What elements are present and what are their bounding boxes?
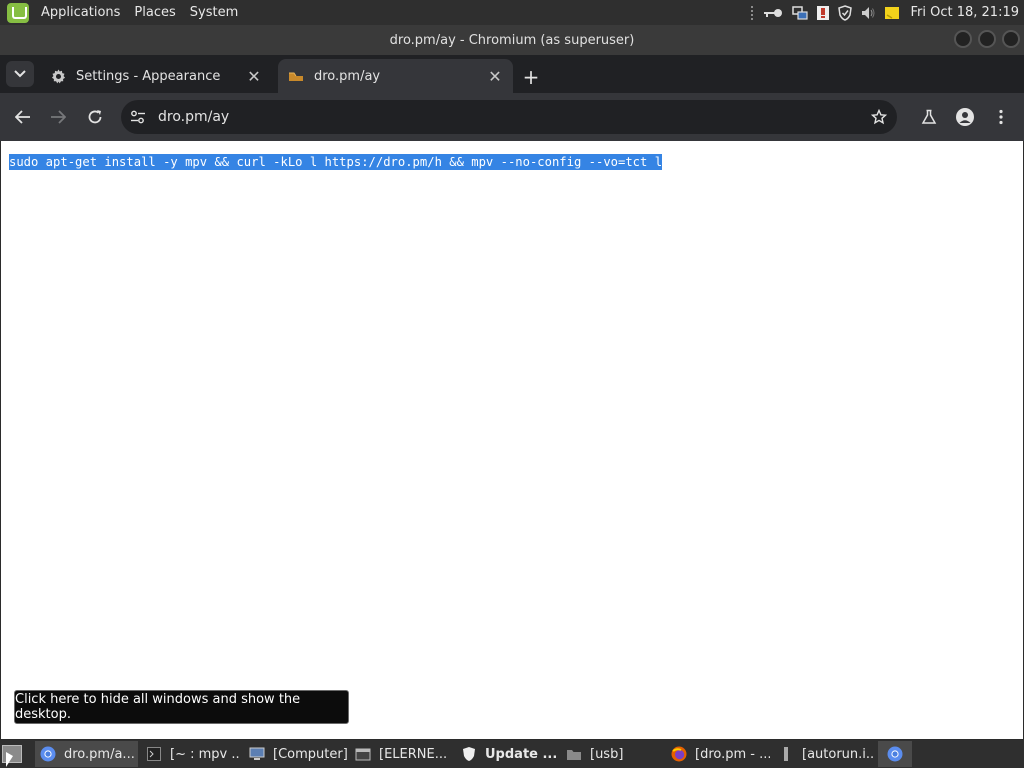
close-tab-button[interactable]: ✕ <box>246 67 262 86</box>
tab-title: dro.pm/ay <box>314 68 381 84</box>
places-menu[interactable]: Places <box>127 5 182 20</box>
reload-button[interactable] <box>82 104 108 130</box>
close-tab-button[interactable]: ✕ <box>487 67 503 86</box>
drag-handle-icon <box>750 0 754 25</box>
taskbar-item-label: [~ : mpv ... <box>170 746 241 762</box>
close-window-button[interactable] <box>1002 30 1020 48</box>
taskbar-item-label: [autorun.i... <box>802 746 875 762</box>
maximize-button[interactable] <box>978 30 996 48</box>
reload-icon <box>88 110 102 124</box>
arrow-left-icon <box>15 110 30 124</box>
network-icon[interactable] <box>792 0 809 25</box>
arrow-right-icon <box>51 110 66 124</box>
taskbar-item-autorun[interactable]: [autorun.i... <box>773 741 875 767</box>
back-button[interactable] <box>10 104 36 130</box>
taskbar-item-label: dro.pm/a... <box>64 746 135 762</box>
forward-button[interactable] <box>45 104 71 130</box>
taskbar-item-elerne[interactable]: [ELERNE... <box>350 741 455 767</box>
computer-icon <box>249 746 265 762</box>
chromium-icon <box>887 746 903 762</box>
file-icon <box>778 746 794 762</box>
site-info-icon[interactable] <box>128 107 148 127</box>
minimize-button[interactable] <box>954 30 972 48</box>
firefox-icon <box>671 746 687 762</box>
url-text[interactable]: dro.pm/ay <box>158 109 229 125</box>
tooltip-text: Click here to hide all windows and show … <box>15 692 301 722</box>
taskbar-item-chromium-2[interactable] <box>878 741 912 767</box>
key-icon[interactable] <box>762 0 784 25</box>
taskbar-item-computer[interactable]: [Computer] <box>244 741 348 767</box>
bottom-panel: dro.pm/a... [~ : mpv ... [Computer] [ELE… <box>0 740 1024 768</box>
show-desktop-tooltip: Click here to hide all windows and show … <box>14 690 349 724</box>
tab-dro-pm[interactable]: dro.pm/ay ✕ <box>278 59 513 93</box>
address-bar[interactable]: dro.pm/ay <box>121 100 897 134</box>
mouse-cursor <box>6 752 13 767</box>
window-icon <box>355 746 371 762</box>
mint-menu-icon[interactable] <box>7 2 29 23</box>
update-alert-icon[interactable] <box>816 0 830 25</box>
taskbar-item-label: [dro.pm - ... <box>695 746 770 762</box>
shield-icon <box>461 746 477 762</box>
folder-icon <box>566 746 582 762</box>
window-titlebar[interactable]: dro.pm/ay - Chromium (as superuser) <box>0 25 1024 55</box>
tab-strip: Settings - Appearance ✕ dro.pm/ay ✕ + <box>0 55 1024 93</box>
selected-command-text[interactable]: sudo apt-get install -y mpv && curl -kLo… <box>9 154 663 170</box>
browser-toolbar: dro.pm/ay <box>0 93 1024 141</box>
chevron-down-icon <box>14 70 26 78</box>
page-content: sudo apt-get install -y mpv && curl -kLo… <box>1 141 1023 739</box>
tab-search-button[interactable] <box>6 61 34 87</box>
window-title: dro.pm/ay - Chromium (as superuser) <box>389 32 635 48</box>
gear-icon <box>50 68 66 84</box>
taskbar-item-label: [ELERNE... <box>379 746 448 762</box>
taskbar-item-chromium[interactable]: dro.pm/a... <box>35 741 138 767</box>
terminal-icon <box>146 746 162 762</box>
new-tab-button[interactable]: + <box>519 65 543 89</box>
taskbar-item-label: [usb] <box>590 746 624 762</box>
window-controls <box>954 30 1020 48</box>
bookmark-star-icon[interactable] <box>869 107 889 127</box>
taskbar-item-label: Update ... <box>485 746 556 762</box>
flask-icon <box>921 109 937 124</box>
kebab-menu-icon <box>999 109 1003 125</box>
labs-button[interactable] <box>916 104 942 130</box>
top-panel: Applications Places System Fri Oct 18, 2… <box>0 0 1024 25</box>
applications-menu[interactable]: Applications <box>34 5 127 20</box>
menu-button[interactable] <box>988 104 1014 130</box>
clock[interactable]: Fri Oct 18, 21:19 <box>910 5 1019 20</box>
tab-title: Settings - Appearance <box>76 68 221 84</box>
system-menu[interactable]: System <box>183 5 245 20</box>
page-icon <box>288 68 304 84</box>
profile-avatar-icon <box>956 108 974 126</box>
profile-button[interactable] <box>952 104 978 130</box>
taskbar-item-terminal[interactable]: [~ : mpv ... <box>141 741 241 767</box>
taskbar-item-label: [Computer] <box>273 746 348 762</box>
taskbar-item-usb[interactable]: [usb] <box>561 741 661 767</box>
taskbar-item-update[interactable]: Update ... <box>456 741 556 767</box>
tab-settings-appearance[interactable]: Settings - Appearance ✕ <box>40 59 272 93</box>
chromium-icon <box>40 746 56 762</box>
volume-icon[interactable] <box>860 0 876 25</box>
notes-icon[interactable] <box>884 0 900 25</box>
shield-icon[interactable] <box>838 0 853 25</box>
taskbar-item-firefox[interactable]: [dro.pm - ... <box>666 741 770 767</box>
system-tray: Fri Oct 18, 21:19 <box>746 0 1024 25</box>
